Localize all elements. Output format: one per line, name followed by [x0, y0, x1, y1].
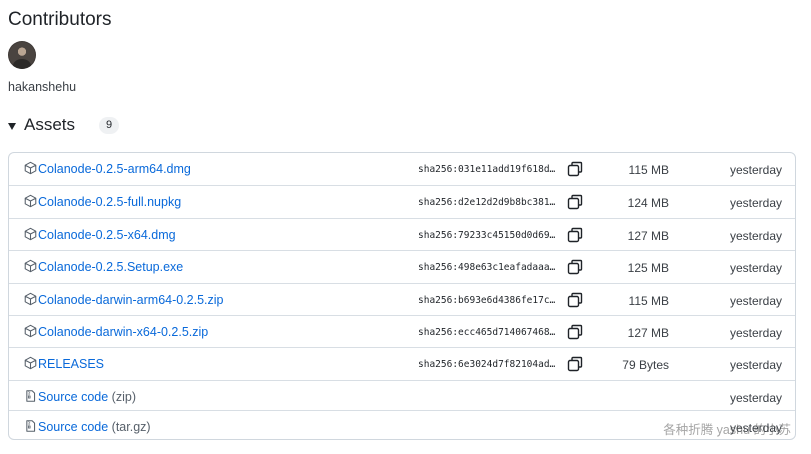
asset-link[interactable]: Colanode-darwin-arm64-0.2.5.zip [38, 293, 224, 307]
asset-sha: sha256:031e11add19f618d… [418, 164, 556, 175]
asset-row: Colanode-0.2.5-x64.dmg sha256:79233c4515… [9, 217, 795, 250]
asset-sha: sha256:ecc465d714067468… [418, 326, 556, 338]
asset-size: 125 MB [627, 261, 669, 276]
asset-size: 127 MB [627, 325, 669, 340]
source-code-zip-link[interactable]: Source code (zip) [38, 390, 136, 404]
asset-size: 115 MB [628, 293, 669, 308]
asset-sha: sha256:498e63c1eafadaaa… [418, 262, 556, 274]
caret-down-icon [8, 123, 16, 130]
source-code-format: (zip) [111, 389, 136, 404]
source-row: Source code (zip) yesterday [9, 379, 795, 410]
copy-icon[interactable] [567, 259, 583, 275]
package-icon [24, 324, 37, 338]
asset-date: yesterday [729, 228, 782, 243]
asset-link[interactable]: Colanode-darwin-x64-0.2.5.zip [38, 325, 208, 339]
copy-icon[interactable] [567, 324, 583, 340]
assets-list: Colanode-0.2.5-arm64.dmg sha256:031e11ad… [8, 152, 796, 440]
assets-count-badge: 9 [99, 116, 120, 134]
asset-row: RELEASES sha256:6e3024d7f82104ad… 79 Byt… [9, 347, 795, 379]
asset-row: Colanode-darwin-arm64-0.2.5.zip sha256:b… [9, 282, 795, 315]
asset-size: 115 MB [628, 163, 669, 177]
avatar[interactable] [8, 41, 36, 69]
package-icon [24, 227, 37, 240]
source-code-format: (tar.gz) [111, 419, 151, 434]
package-icon [24, 195, 37, 208]
asset-date: yesterday [729, 420, 782, 435]
source-code-targz-link[interactable]: Source code (tar.gz) [38, 420, 151, 434]
asset-row: Colanode-0.2.5.Setup.exe sha256:498e63c1… [9, 250, 795, 282]
file-zip-icon [26, 389, 36, 402]
source-code-label: Source code [38, 389, 109, 404]
asset-sha: sha256:d2e12d2d9b8bc381… [418, 197, 556, 209]
asset-sha: sha256:79233c45150d0d69… [418, 229, 556, 241]
source-row: Source code (tar.gz) yesterday [9, 409, 795, 439]
asset-date: yesterday [729, 261, 782, 276]
asset-date: yesterday [729, 163, 782, 177]
copy-icon[interactable] [567, 227, 583, 243]
copy-icon[interactable] [567, 161, 583, 177]
package-icon [24, 161, 37, 175]
asset-sha: sha256:6e3024d7f82104ad… [418, 359, 556, 371]
assets-title: Assets [24, 115, 76, 134]
package-icon [24, 292, 37, 305]
asset-row: Colanode-darwin-x64-0.2.5.zip sha256:ecc… [9, 314, 795, 347]
asset-link[interactable]: RELEASES [38, 357, 104, 371]
source-code-label: Source code [38, 419, 109, 434]
copy-icon[interactable] [567, 292, 583, 308]
asset-size: 79 Bytes [622, 358, 669, 373]
asset-link[interactable]: Colanode-0.2.5-x64.dmg [38, 228, 176, 242]
asset-row: Colanode-0.2.5-full.nupkg sha256:d2e12d2… [9, 185, 795, 217]
asset-link[interactable]: Colanode-0.2.5-arm64.dmg [38, 162, 191, 176]
copy-icon[interactable] [567, 356, 583, 372]
asset-size: 127 MB [627, 228, 669, 243]
copy-icon[interactable] [567, 194, 583, 210]
asset-date: yesterday [729, 293, 782, 308]
asset-row: Colanode-0.2.5-arm64.dmg sha256:031e11ad… [9, 153, 795, 185]
asset-date: yesterday [729, 196, 782, 211]
asset-size: 124 MB [627, 196, 669, 211]
contributor-name[interactable]: hakanshehu [8, 80, 76, 94]
contributors-title: Contributors [8, 9, 112, 30]
asset-date: yesterday [729, 358, 782, 373]
file-zip-icon [26, 419, 36, 432]
package-icon [24, 259, 37, 273]
assets-header[interactable]: Assets 9 [8, 115, 120, 135]
asset-date: yesterday [729, 325, 782, 340]
asset-link[interactable]: Colanode-0.2.5.Setup.exe [38, 260, 183, 274]
package-icon [24, 357, 37, 370]
asset-sha: sha256:b693e6d4386fe17c… [418, 294, 556, 306]
asset-date: yesterday [729, 390, 782, 405]
asset-link[interactable]: Colanode-0.2.5-full.nupkg [38, 195, 181, 209]
